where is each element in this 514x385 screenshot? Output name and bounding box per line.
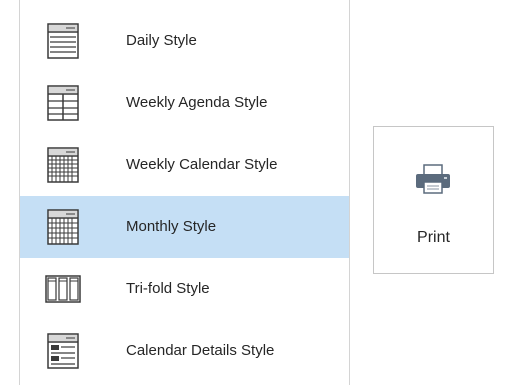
style-label: Weekly Agenda Style: [126, 94, 268, 111]
style-item-monthly[interactable]: Monthly Style: [20, 196, 349, 258]
style-item-tri-fold[interactable]: Tri-fold Style: [20, 258, 349, 320]
tri-fold-style-icon: [45, 275, 81, 303]
print-button-label: Print: [417, 229, 450, 246]
weekly-calendar-style-icon: [47, 147, 79, 183]
monthly-style-icon: [47, 209, 79, 245]
print-styles-list: Daily Style Weekly Agenda Style Weekly C…: [19, 0, 350, 385]
style-label: Calendar Details Style: [126, 342, 275, 359]
calendar-details-style-icon: [47, 333, 79, 369]
style-item-daily[interactable]: Daily Style: [20, 10, 349, 72]
style-item-weekly-calendar[interactable]: Weekly Calendar Style: [20, 134, 349, 196]
style-label: Monthly Style: [126, 218, 217, 235]
style-label: Daily Style: [126, 32, 197, 49]
printer-icon: [416, 164, 450, 194]
style-label: Tri-fold Style: [126, 280, 210, 297]
style-label: Weekly Calendar Style: [126, 156, 278, 173]
daily-style-icon: [47, 23, 79, 59]
weekly-agenda-style-icon: [47, 85, 79, 121]
print-button[interactable]: Print: [373, 126, 494, 274]
style-item-weekly-agenda[interactable]: Weekly Agenda Style: [20, 72, 349, 134]
style-item-calendar-details[interactable]: Calendar Details Style: [20, 320, 349, 382]
